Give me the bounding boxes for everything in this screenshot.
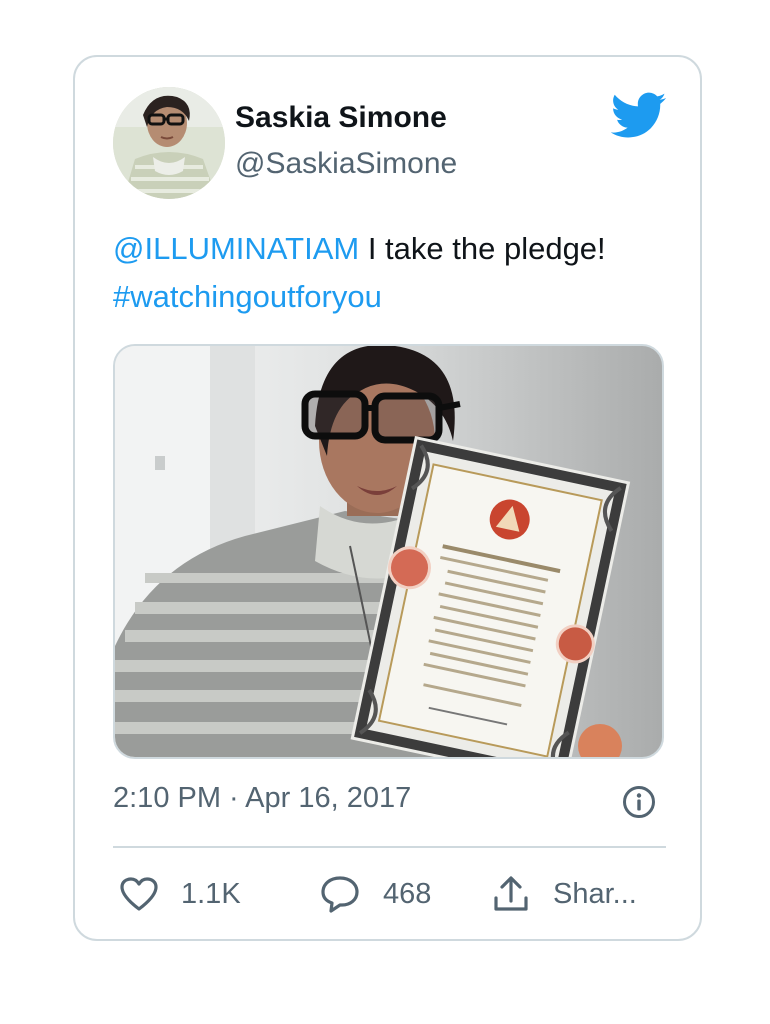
user-handle[interactable]: @SaskiaSimone [235, 147, 457, 181]
info-icon[interactable] [622, 785, 656, 819]
divider [113, 846, 666, 848]
avatar[interactable] [113, 87, 225, 199]
twitter-bird-icon[interactable] [611, 92, 667, 140]
like-button[interactable]: 1.1K [119, 869, 241, 919]
tweet-card: Saskia Simone @SaskiaSimone @ILLUMINATIA… [73, 55, 702, 941]
heart-icon [120, 877, 158, 911]
share-upload-icon [494, 876, 528, 911]
mention-link[interactable]: @ILLUMINATIAM [113, 231, 359, 266]
reply-count: 468 [383, 877, 432, 910]
reply-button[interactable]: 468 [319, 869, 431, 919]
hashtag-link[interactable]: #watchingoutforyou [113, 279, 382, 314]
tweet-timestamp[interactable]: 2:10 PM · Apr 16, 2017 [113, 782, 411, 815]
share-button[interactable]: Shar... [491, 869, 637, 919]
tweet-text: @ILLUMINATIAM I take the pledge! #watchi… [113, 225, 673, 321]
share-label: Shar... [553, 877, 637, 910]
tweet-photo[interactable] [113, 344, 664, 759]
tweet-body: I take the pledge! [359, 231, 606, 266]
avatar-image [113, 87, 225, 199]
like-count: 1.1K [181, 877, 241, 910]
speech-bubble-icon [321, 876, 359, 913]
photo-image [115, 346, 662, 757]
display-name[interactable]: Saskia Simone [235, 101, 447, 135]
